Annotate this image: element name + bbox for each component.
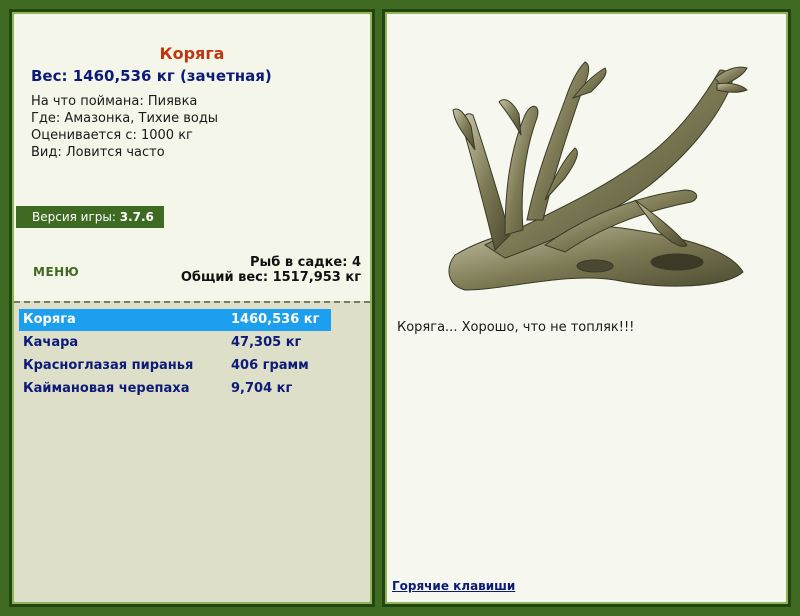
version-number: 3.7.6	[119, 210, 154, 224]
catch-list: Коряга 1460,536 кг Качара 47,305 кг Крас…	[14, 301, 370, 602]
location-info: Где: Амазонка, Тихие воды	[31, 111, 219, 126]
catch-row[interactable]: Каймановая черепаха 9,704 кг	[19, 378, 331, 400]
fish-comment: Коряга... Хорошо, что не топляк!!!	[397, 320, 635, 335]
driftwood-image	[448, 61, 748, 291]
bait-info: На что поймана: Пиявка	[31, 94, 198, 109]
menu-button[interactable]: МЕНЮ	[33, 265, 79, 279]
catch-weight: 47,305 кг	[231, 335, 302, 350]
hotkeys-link[interactable]: Горячие клавиши	[392, 579, 515, 593]
catch-row[interactable]: Коряга 1460,536 кг	[19, 309, 331, 331]
game-version-bar: Версия игры: 3.7.6	[16, 206, 164, 228]
valuation-info: Оценивается с: 1000 кг	[31, 128, 193, 143]
fish-weight: Вес: 1460,536 кг (зачетная)	[31, 67, 272, 85]
catch-name: Коряга	[23, 312, 76, 327]
frequency-info: Вид: Ловится часто	[31, 145, 165, 160]
fish-image-panel: Коряга... Хорошо, что не топляк!!! Горяч…	[382, 9, 791, 607]
fish-name-title: Коряга	[159, 44, 225, 63]
catch-name: Красноглазая пиранья	[23, 358, 194, 373]
fish-info-panel: Коряга Вес: 1460,536 кг (зачетная) На чт…	[9, 9, 375, 607]
catch-weight: 406 грамм	[231, 358, 309, 373]
catch-name: Каймановая черепаха	[23, 381, 190, 396]
version-label: Версия игры:	[32, 210, 116, 224]
catch-weight: 9,704 кг	[231, 381, 293, 396]
catch-row[interactable]: Качара 47,305 кг	[19, 332, 331, 354]
catch-name: Качара	[23, 335, 79, 350]
keepnet-total-weight: Общий вес: 1517,953 кг	[180, 270, 361, 285]
catch-row[interactable]: Красноглазая пиранья 406 грамм	[19, 355, 331, 377]
catch-weight: 1460,536 кг	[231, 312, 320, 327]
keepnet-fish-count: Рыб в садке: 4	[249, 255, 361, 270]
